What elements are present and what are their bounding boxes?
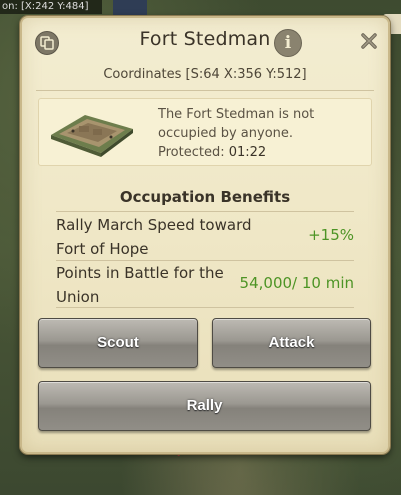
fort-info-panel: Fort Stedman i Coordinates [S:64 X:356 Y… (20, 16, 390, 454)
protected-timer: 01:22 (228, 145, 267, 160)
protection-status: Protected: 01:22 (158, 145, 266, 160)
protected-label: Protected: (158, 145, 225, 160)
benefit-label: Points in Battle for the Union (56, 264, 224, 306)
scout-button[interactable]: Scout (38, 318, 198, 368)
fort-description: The Fort Stedman is not occupied by anyo… (158, 107, 315, 141)
rally-button[interactable]: Rally (38, 381, 371, 431)
benefit-row: Points in Battle for the Union 54,000/ 1… (56, 261, 354, 307)
divider (36, 90, 374, 91)
benefit-label: Rally March Speed toward Fort of Hope (56, 216, 252, 258)
fort-coordinates: Coordinates [S:64 X:356 Y:512] (103, 67, 307, 82)
benefit-value: 54,000/ 10 min (239, 274, 354, 292)
fort-image (51, 115, 133, 157)
close-button[interactable] (359, 31, 379, 51)
info-button[interactable]: i (274, 29, 302, 57)
fort-status-box: The Fort Stedman is not occupied by anyo… (38, 98, 372, 166)
map-coordinates-readout: on: [X:242 Y:484] (0, 0, 102, 14)
divider (56, 307, 354, 308)
attack-button[interactable]: Attack (212, 318, 371, 368)
benefit-value: +15% (308, 226, 354, 244)
benefit-row: Rally March Speed toward Fort of Hope +1… (56, 213, 354, 261)
occupation-benefits-title: Occupation Benefits (119, 188, 291, 206)
close-icon (361, 33, 377, 49)
divider (56, 211, 354, 212)
panel-title: Fort Stedman (139, 28, 271, 50)
info-icon: i (284, 33, 292, 53)
